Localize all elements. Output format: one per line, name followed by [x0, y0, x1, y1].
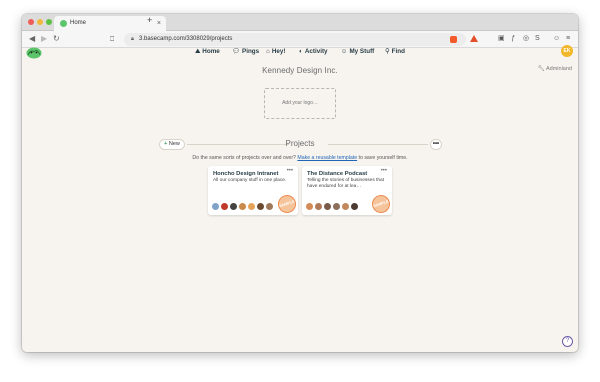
- company-name: Kennedy Design Inc.: [262, 66, 338, 75]
- main-nav: ⛰︎ Home 💬︎ Pings ⌂ Hey! ◐ Activity ☺ My Stuff…: [22, 46, 578, 60]
- new-project-button[interactable]: + New: [159, 139, 185, 150]
- reload-button[interactable]: ↻: [53, 33, 60, 45]
- nav-hey[interactable]: ⌂ Hey!: [266, 46, 285, 58]
- card-menu-icon[interactable]: •••: [381, 168, 387, 174]
- chat-bubbles-icon: 💬︎: [232, 48, 240, 55]
- nav-activity-label: Activity: [304, 48, 328, 55]
- person-avatar: [342, 203, 349, 210]
- brave-shield-icon[interactable]: [450, 36, 457, 43]
- search-icon: ⚲: [385, 48, 390, 55]
- person-avatar: [324, 203, 331, 210]
- nav-home[interactable]: ⛰︎ Home: [195, 46, 220, 58]
- project-card-honcho[interactable]: Honcho Design Intranet ••• All our compa…: [208, 166, 298, 215]
- tab-strip: Home × +: [22, 14, 578, 31]
- lock-icon: 🔒︎: [131, 36, 134, 42]
- smiley-icon: ☺: [341, 48, 348, 55]
- person-avatar: [257, 203, 264, 210]
- nav-pings[interactable]: 💬︎ Pings: [232, 46, 259, 58]
- hint-suffix: to save yourself time.: [358, 155, 408, 161]
- url-text: 3.basecamp.com/3308029/projects: [139, 36, 233, 42]
- brave-rewards-icon[interactable]: [470, 35, 478, 42]
- close-window-button[interactable]: [28, 19, 34, 25]
- card-menu-icon[interactable]: •••: [287, 168, 293, 174]
- avatar[interactable]: EK: [561, 45, 573, 57]
- help-button[interactable]: ?: [562, 336, 573, 347]
- nav-my-stuff[interactable]: ☺ My Stuff: [341, 46, 374, 58]
- mountain-icon: ⛰︎: [195, 48, 201, 55]
- project-card-distance-podcast[interactable]: The Distance Podcast ••• Telling the sto…: [302, 166, 392, 215]
- tab-close-icon[interactable]: ×: [157, 16, 161, 31]
- person-avatar: [248, 203, 255, 210]
- bookmark-icon[interactable]: ⎕: [110, 33, 114, 46]
- forward-button[interactable]: ▶: [41, 33, 47, 45]
- person-avatar: [212, 203, 219, 210]
- minimize-window-button[interactable]: [37, 19, 43, 25]
- new-project-label: New: [168, 141, 180, 147]
- nav-home-label: Home: [202, 48, 220, 55]
- nav-my-stuff-label: My Stuff: [349, 48, 375, 55]
- extension-icon[interactable]: ◎: [523, 33, 529, 45]
- basecamp-app: ⛰︎ Home 💬︎ Pings ⌂ Hey! ◐ Activity ☺ My Stuff…: [22, 45, 578, 352]
- menu-icon[interactable]: ≡: [566, 33, 570, 45]
- person-avatar: [333, 203, 340, 210]
- zoom-window-button[interactable]: [46, 19, 52, 25]
- sample-badge: SAMPLE: [369, 192, 392, 215]
- activity-icon: ◐: [299, 48, 303, 55]
- project-description: All our company stuff in one place.: [213, 178, 287, 183]
- sample-badge: SAMPLE: [275, 192, 298, 215]
- nav-hey-label: Hey!: [271, 48, 286, 55]
- basecamp-favicon-icon: [60, 20, 67, 27]
- projects-menu-button[interactable]: •••: [430, 139, 442, 150]
- pocket-icon[interactable]: ▣: [498, 33, 505, 45]
- nav-find-label: Find: [391, 48, 405, 55]
- add-logo-placeholder[interactable]: Add your logo…: [264, 88, 336, 119]
- nav-activity[interactable]: ◐ Activity: [299, 46, 328, 58]
- template-hint: Do the same sorts of projects over and o…: [22, 155, 578, 161]
- new-tab-button[interactable]: +: [147, 15, 152, 25]
- person-avatar: [239, 203, 246, 210]
- person-avatar: [221, 203, 228, 210]
- person-avatar: [266, 203, 273, 210]
- person-avatar: [230, 203, 237, 210]
- nav-pings-label: Pings: [242, 48, 260, 55]
- hint-prefix: Do the same sorts of projects over and o…: [192, 155, 296, 161]
- address-bar[interactable]: ⎕ 🔒︎ 3.basecamp.com/3308029/projects: [110, 33, 478, 46]
- projects-heading: Projects: [285, 139, 315, 148]
- person-avatar: [306, 203, 313, 210]
- inbox-icon: ⌂: [266, 48, 270, 55]
- project-title: Honcho Design Intranet: [213, 171, 279, 177]
- make-template-link[interactable]: Make a reusable template: [297, 155, 357, 161]
- project-title: The Distance Podcast: [307, 171, 368, 177]
- back-button[interactable]: ◀: [29, 33, 35, 45]
- tab-title: Home: [70, 20, 87, 26]
- project-description: Telling the stories of businesses that h…: [307, 178, 385, 189]
- person-avatar: [315, 203, 322, 210]
- browser-window: Home × + ◀ ▶ ↻ ⎕ 🔒︎ 3.basecamp.com/33080…: [22, 14, 578, 352]
- nav-find[interactable]: ⚲ Find: [385, 46, 405, 58]
- profile-icon[interactable]: ☺: [553, 33, 560, 45]
- s-extension-icon[interactable]: S: [535, 33, 540, 45]
- font-icon[interactable]: ƒ: [511, 33, 515, 45]
- person-avatar: [351, 203, 358, 210]
